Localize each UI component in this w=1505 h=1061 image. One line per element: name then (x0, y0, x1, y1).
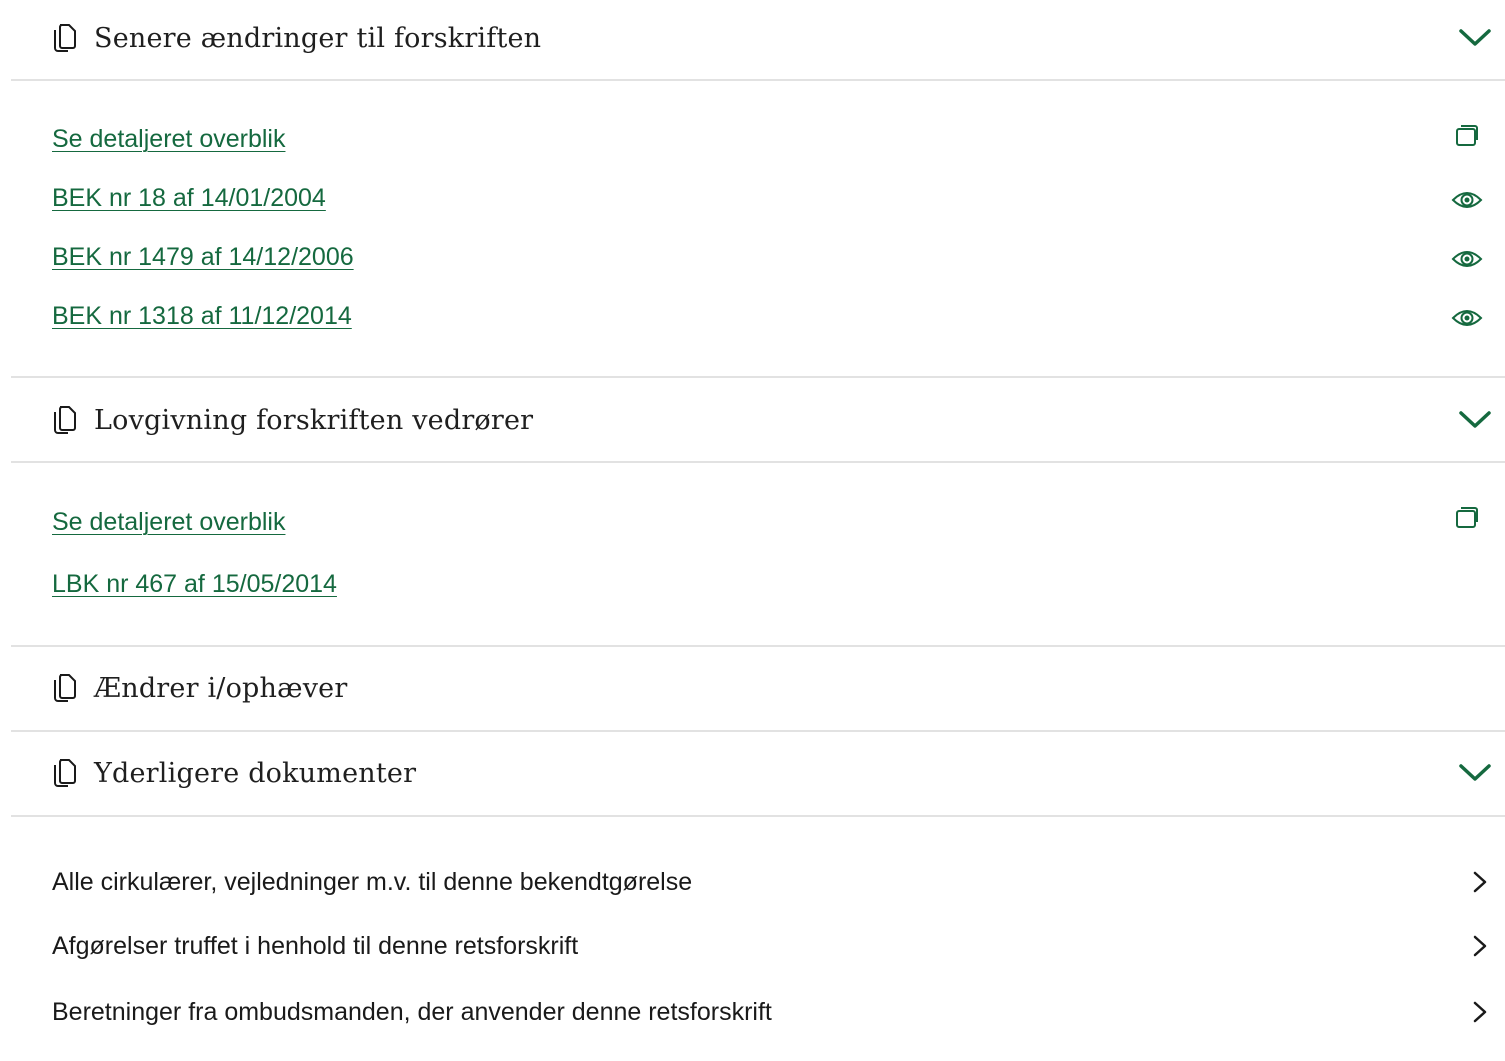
section-header-senere-aendringer[interactable]: Senere ændringer til forskriften (11, 8, 1505, 68)
divider (11, 79, 1505, 81)
nav-row-label: Alle cirkulærer, vejledninger m.v. til d… (52, 868, 693, 896)
divider (11, 645, 1505, 647)
nav-row-label: Afgørelser truffet i henhold til denne r… (52, 932, 579, 960)
nav-row-afgoerelser[interactable]: Afgørelser truffet i henhold til denne r… (52, 926, 1492, 966)
chevron-right-icon (1470, 934, 1490, 958)
chevron-down-icon[interactable] (1457, 26, 1493, 50)
nav-row-label: Beretninger fra ombudsmanden, der anvend… (52, 998, 772, 1026)
document-link[interactable]: BEK nr 1318 af 11/12/2014 (52, 302, 352, 331)
section-header-yderligere-dokumenter[interactable]: Yderligere dokumenter (11, 743, 1505, 803)
copy-document-icon (50, 673, 78, 703)
document-link[interactable]: BEK nr 18 af 14/01/2004 (52, 184, 326, 213)
section-title: Senere ændringer til forskriften (94, 22, 542, 54)
chevron-down-icon[interactable] (1457, 408, 1493, 432)
eye-icon[interactable] (1451, 186, 1483, 214)
section-header-aendrer-ophaever[interactable]: Ændrer i/ophæver (11, 658, 1505, 718)
section-header-lovgivning[interactable]: Lovgivning forskriften vedrører (11, 390, 1505, 450)
divider (11, 461, 1505, 463)
eye-icon[interactable] (1451, 304, 1483, 332)
copy-icon[interactable] (1451, 503, 1483, 531)
section-title: Lovgivning forskriften vedrører (94, 404, 534, 436)
copy-icon[interactable] (1451, 121, 1483, 149)
copy-document-icon (50, 23, 78, 53)
divider (11, 376, 1505, 378)
copy-document-icon (50, 758, 78, 788)
chevron-down-icon[interactable] (1457, 761, 1493, 785)
document-link[interactable]: LBK nr 467 af 15/05/2014 (52, 570, 337, 599)
divider (11, 815, 1505, 817)
eye-icon[interactable] (1451, 245, 1483, 273)
copy-document-icon (50, 405, 78, 435)
detailed-overview-link[interactable]: Se detaljeret overblik (52, 508, 285, 537)
chevron-right-icon (1470, 870, 1490, 894)
chevron-right-icon (1470, 1000, 1490, 1024)
section-title: Ændrer i/ophæver (94, 672, 348, 704)
divider (11, 730, 1505, 732)
nav-row-cirkulaerer[interactable]: Alle cirkulærer, vejledninger m.v. til d… (52, 862, 1492, 902)
section-title: Yderligere dokumenter (94, 757, 417, 789)
nav-row-beretninger[interactable]: Beretninger fra ombudsmanden, der anvend… (52, 992, 1492, 1032)
document-link[interactable]: BEK nr 1479 af 14/12/2006 (52, 243, 354, 272)
detailed-overview-link[interactable]: Se detaljeret overblik (52, 125, 285, 154)
